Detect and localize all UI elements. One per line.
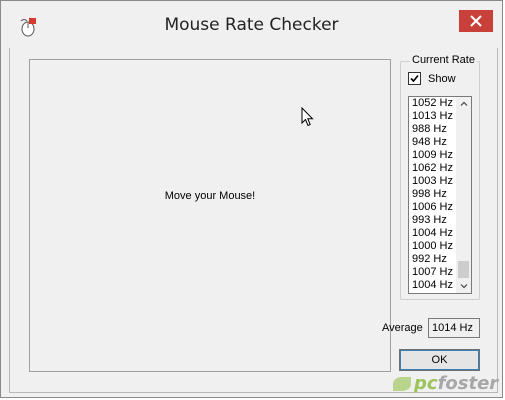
close-button[interactable] [459,10,493,32]
rate-list-item[interactable]: 1000 Hz [412,240,456,253]
rate-listbox[interactable]: 1052 Hz 1013 Hz 988 Hz 948 Hz 1009 Hz 1062 Hz… [408,96,472,294]
scroll-up-button[interactable] [456,97,471,110]
average-value-field: 1014 Hz [428,318,480,338]
mouse-cursor-icon [301,106,314,131]
rate-list-item[interactable]: 1007 Hz [412,266,456,279]
watermark-part1: pc [414,373,438,394]
current-rate-group: Current Rate Show 1052 Hz 1013 Hz 988 Hz 94… [400,54,480,300]
average-label: Average [382,322,423,334]
app-window: Mouse Rate Checker Move your Mouse! Curr… [0,0,503,398]
rate-list-item[interactable]: 988 Hz [412,123,456,136]
rate-list-item[interactable]: 1006 Hz [412,201,456,214]
show-checkbox-row[interactable]: Show [408,72,456,85]
rate-list-item[interactable]: 1052 Hz [412,97,456,110]
rate-list-item[interactable]: 1009 Hz [412,149,456,162]
watermark-part2: foster [437,373,499,394]
chevron-down-icon [460,284,467,289]
rate-list-item[interactable]: 993 Hz [412,214,456,227]
rate-list: 1052 Hz 1013 Hz 988 Hz 948 Hz 1009 Hz 1062 Hz… [412,97,456,292]
checkmark-icon [410,74,419,83]
rate-list-item[interactable]: 948 Hz [412,136,456,149]
scroll-down-button[interactable] [456,280,471,293]
rate-list-item[interactable]: 1003 Hz [412,175,456,188]
rate-list-item[interactable]: 1013 Hz [412,110,456,123]
rate-list-item[interactable]: 998 Hz [412,188,456,201]
instruction-text: Move your Mouse! [164,190,256,202]
pcfoster-watermark: pc foster [393,373,498,394]
client-area: Move your Mouse! Current Rate Show 1052 … [9,48,498,393]
window-title: Mouse Rate Checker [164,15,339,35]
close-icon [470,12,482,31]
rate-list-item[interactable]: 1004 Hz [412,279,456,292]
rate-list-item[interactable]: 1062 Hz [412,162,456,175]
rate-list-item[interactable]: 992 Hz [412,253,456,266]
vertical-scrollbar[interactable] [456,97,471,293]
scroll-thumb[interactable] [458,261,469,278]
show-checkbox[interactable] [408,72,421,85]
ok-button[interactable]: OK [399,349,480,371]
show-label: Show [428,72,456,85]
leaf-logo-icon [393,376,411,391]
current-rate-label: Current Rate [410,54,477,66]
chevron-up-icon [460,101,467,106]
mouse-test-area[interactable]: Move your Mouse! [29,59,391,372]
rate-list-item[interactable]: 1004 Hz [412,227,456,240]
title-bar[interactable]: Mouse Rate Checker [1,1,502,48]
